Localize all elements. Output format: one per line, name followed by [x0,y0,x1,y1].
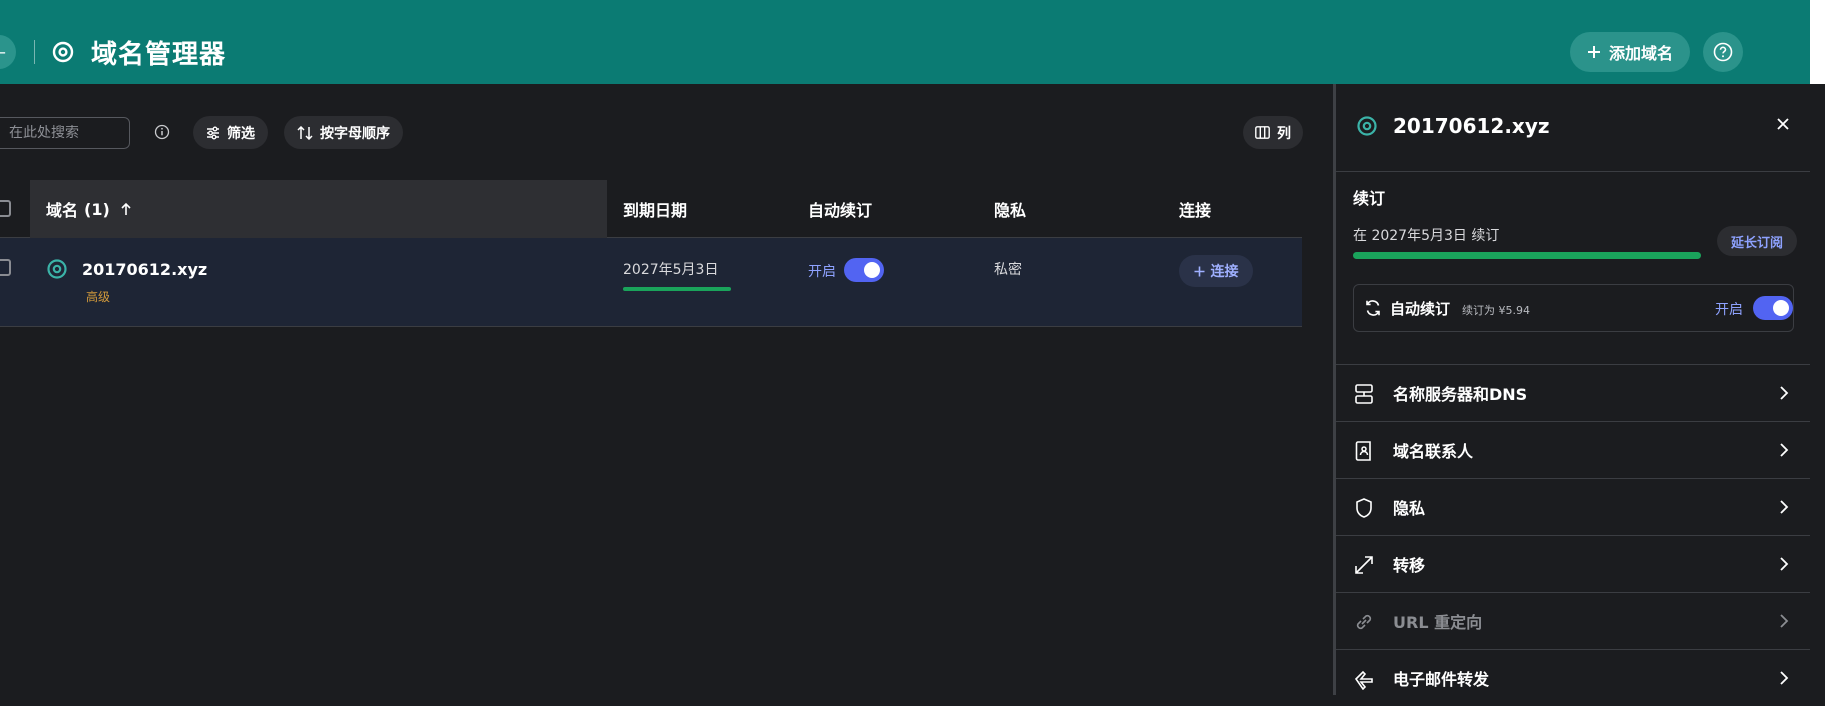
server-icon [1355,384,1373,404]
sort-arrows-icon [297,125,313,140]
connect-button[interactable]: 连接 [1179,255,1253,287]
domain-name-link[interactable]: 20170612.xyz [82,260,207,279]
chevron-right-icon [1780,443,1789,457]
back-button[interactable]: ← [0,35,16,69]
app-header: ← 域名管理器 添加域名 [0,0,1810,84]
auto-renew-card: 自动续订 续订为 ¥5.94 开启 [1353,284,1794,332]
column-header-expiry[interactable]: 到期日期 [623,180,687,238]
back-arrow-icon: ← [0,43,6,62]
sort-ascending-icon [121,202,131,215]
row-checkbox[interactable] [0,259,11,276]
nav-item-email-forwarding[interactable]: 电子邮件转发 [1336,649,1810,706]
nav-item-url-redirect: URL 重定向 [1336,592,1810,649]
renewal-progress-bar [1353,252,1701,259]
extend-subscription-button[interactable]: 延长订阅 [1717,226,1797,256]
auto-renew-title: 自动续订 [1390,300,1451,318]
domain-logo-icon [1357,116,1377,136]
nav-item-nameservers-dns[interactable]: 名称服务器和DNS [1336,364,1810,421]
expiry-progress-bar [623,287,731,291]
column-header-domain[interactable]: 域名 (1) [30,180,607,238]
sort-label: 按字母顺序 [320,125,390,142]
columns-button[interactable]: 列 [1243,116,1303,149]
auto-renew-state: 开启 [808,264,836,280]
domain-tier-badge: 高级 [86,290,111,304]
email-forward-icon [1354,670,1373,690]
nav-item-transfer[interactable]: 转移 [1336,535,1810,592]
chevron-right-icon [1780,671,1789,685]
page-title: 域名管理器 [91,40,227,70]
auto-renew-toggle[interactable] [844,258,884,282]
domain-logo-icon [52,41,74,63]
chevron-right-icon [1780,386,1789,400]
domains-table: 域名 (1) 到期日期 自动续订 隐私 连接 20170612.xyz 高级 2… [0,180,1302,327]
expiry-date: 2027年5月3日 [623,262,719,278]
auto-renew-state: 开启 [1715,302,1743,318]
sort-button[interactable]: 按字母顺序 [284,116,403,149]
nav-item-label: URL 重定向 [1393,613,1483,632]
connect-label: 连接 [1210,264,1239,280]
search-box[interactable] [0,117,130,149]
column-header-auto-renew[interactable]: 自动续订 [808,180,872,238]
shield-icon [1356,498,1372,518]
domain-detail-panel: 20170612.xyz 续订 在 2027年5月3日 续订 延长订阅 自动续订… [1333,84,1825,695]
domain-logo-icon [47,259,67,279]
nav-item-label: 转移 [1393,556,1426,575]
auto-renew-price: 续订为 ¥5.94 [1462,304,1530,317]
help-button[interactable] [1703,32,1743,72]
nav-item-label: 名称服务器和DNS [1393,385,1528,404]
nav-item-domain-contacts[interactable]: 域名联系人 [1336,421,1810,478]
renew-date-text: 在 2027年5月3日 续订 [1353,228,1500,244]
transfer-icon [1355,556,1373,574]
plus-icon [1194,266,1204,276]
help-icon [1713,42,1733,62]
panel-divider [1336,171,1810,172]
column-header-connect[interactable]: 连接 [1179,180,1211,238]
plus-icon [1587,46,1600,58]
select-all-checkbox[interactable] [0,200,11,217]
search-input[interactable] [9,125,119,141]
renewal-section-title: 续订 [1353,189,1386,208]
nav-item-label: 隐私 [1393,499,1426,518]
privacy-value: 私密 [994,262,1022,278]
auto-renew-toggle[interactable] [1753,296,1793,320]
nav-item-label: 电子邮件转发 [1393,670,1490,689]
add-domain-label: 添加域名 [1608,44,1673,63]
sliders-icon [207,126,219,139]
column-header-domain-label: 域名 [46,201,79,220]
chevron-right-icon [1780,614,1789,628]
add-domain-button[interactable]: 添加域名 [1570,32,1690,72]
panel-title: 20170612.xyz [1393,114,1550,138]
info-icon[interactable] [154,124,170,140]
contact-book-icon [1355,441,1371,461]
chevron-right-icon [1780,500,1789,514]
table-header: 域名 (1) 到期日期 自动续订 隐私 连接 [0,180,1302,238]
nav-item-label: 域名联系人 [1393,442,1474,461]
close-icon[interactable] [1773,114,1793,134]
link-icon [1356,614,1372,630]
table-row[interactable]: 20170612.xyz 高级 2027年5月3日 开启 私密 连接 [0,238,1302,327]
filter-button[interactable]: 筛选 [193,116,268,149]
refresh-icon [1366,300,1380,316]
columns-icon [1255,126,1270,139]
column-header-privacy[interactable]: 隐私 [994,180,1026,238]
header-divider [34,40,35,64]
columns-label: 列 [1277,125,1291,142]
filter-label: 筛选 [227,125,255,142]
domain-count: (1) [84,199,110,219]
chevron-right-icon [1780,557,1789,571]
nav-item-privacy[interactable]: 隐私 [1336,478,1810,535]
